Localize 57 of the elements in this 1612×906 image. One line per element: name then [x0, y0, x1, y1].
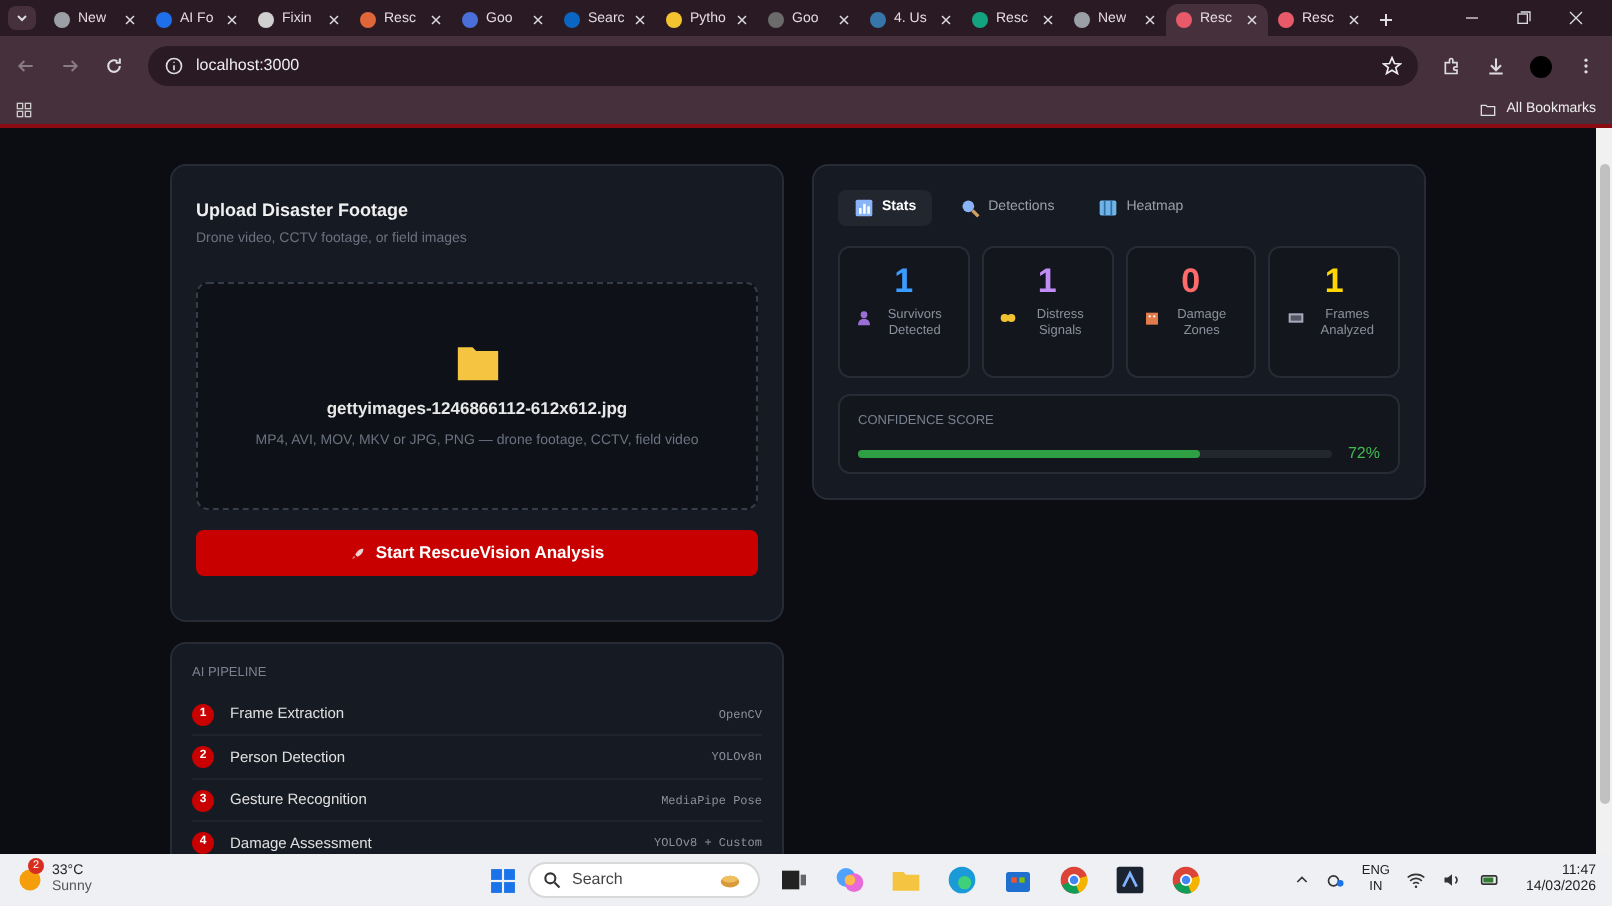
close-icon[interactable]	[532, 14, 544, 26]
apps-grid-icon[interactable]	[16, 102, 32, 118]
speaker-icon[interactable]	[1441, 870, 1462, 890]
person-icon	[856, 310, 873, 326]
close-icon[interactable]	[1568, 10, 1584, 26]
close-icon[interactable]	[1144, 14, 1156, 26]
building-icon	[1143, 310, 1160, 326]
close-icon[interactable]	[430, 14, 442, 26]
url-text: localhost:3000	[196, 54, 302, 78]
wifi-icon[interactable]	[1405, 870, 1426, 890]
close-icon[interactable]	[940, 14, 952, 26]
terminal-icon	[1114, 864, 1146, 896]
map-icon	[1098, 198, 1119, 218]
plus-icon[interactable]	[1378, 12, 1394, 28]
scrollbar[interactable]	[1596, 128, 1612, 854]
chrome-icon	[1058, 864, 1090, 896]
edge-icon	[946, 864, 978, 896]
chevron-down-icon	[14, 10, 30, 26]
close-icon[interactable]	[1042, 14, 1054, 26]
film-icon	[1285, 310, 1306, 326]
close-icon[interactable]	[1246, 14, 1258, 26]
chart-icon	[854, 198, 874, 218]
back-icon[interactable]	[16, 56, 36, 76]
stat-value: 1	[1037, 264, 1057, 298]
star-icon[interactable]	[1382, 56, 1402, 76]
close-icon[interactable]	[838, 14, 850, 26]
tab-search-button[interactable]	[8, 6, 36, 30]
close-icon[interactable]	[1348, 14, 1360, 26]
magnifier-icon	[960, 198, 981, 218]
address-field[interactable]: localhost:3000	[148, 46, 1418, 86]
stat-value: 1	[1324, 264, 1344, 298]
search-icon	[542, 870, 562, 890]
sun-icon	[16, 866, 44, 894]
download-icon[interactable]	[1486, 56, 1506, 76]
close-icon[interactable]	[124, 14, 136, 26]
chevron-up-icon[interactable]	[1293, 872, 1310, 888]
confidence-reading: 72%	[1347, 441, 1380, 466]
stat-value: 0	[1181, 264, 1201, 298]
restore-icon[interactable]	[1516, 10, 1532, 26]
battery-icon[interactable]	[1477, 870, 1502, 890]
taskbar-search-field[interactable]: Search	[528, 862, 760, 898]
stat-value: 1	[894, 264, 914, 298]
close-icon[interactable]	[736, 14, 748, 26]
folder-outline-icon	[1478, 102, 1499, 118]
chrome-icon	[1170, 864, 1202, 896]
copilot-icon	[834, 864, 866, 896]
close-icon[interactable]	[226, 14, 238, 26]
puzzle-icon[interactable]	[1442, 56, 1462, 76]
close-icon[interactable]	[328, 14, 340, 26]
info-icon	[164, 56, 184, 76]
windows-logo-icon[interactable]	[490, 867, 516, 893]
reload-icon[interactable]	[104, 56, 124, 76]
forward-icon[interactable]	[60, 56, 80, 76]
file-name: gettyimages-1246866112-612x612.jpg	[326, 395, 628, 422]
card-title: Upload Disaster Footage	[196, 198, 411, 224]
start-analysis-button[interactable]: Start RescueVision Analysis	[196, 530, 758, 576]
close-icon[interactable]	[634, 14, 646, 26]
